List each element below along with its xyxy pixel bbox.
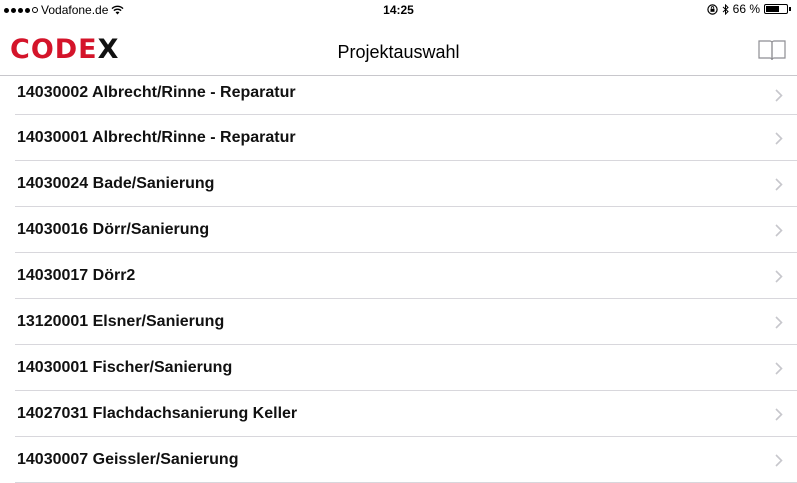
project-row[interactable]: 14030017 Dörr2 [15,253,797,299]
project-label: 14030017 Dörr2 [17,267,136,284]
project-label: 14030001 Fischer/Sanierung [17,359,233,376]
battery-fill [766,6,779,12]
book-icon[interactable] [758,39,786,61]
project-label: 14030001 Albrecht/Rinne - Reparatur [17,129,296,146]
project-row[interactable]: 14030007 Geissler/Sanierung [15,437,797,483]
project-row[interactable]: 14030001 Fischer/Sanierung [15,345,797,391]
chevron-right-icon [775,315,783,329]
project-row[interactable]: 14030024 Bade/Sanierung [15,161,797,207]
project-label: 13120001 Elsner/Sanierung [17,313,225,330]
project-list: 14030002 Albrecht/Rinne - Reparatur 14030… [0,76,797,483]
project-label: 14030007 Geissler/Sanierung [17,451,239,468]
project-row[interactable]: 14027031 Flachdachsanierung Keller [15,391,797,437]
chevron-right-icon [775,269,783,283]
project-label: 14027031 Flachdachsanierung Keller [17,405,298,422]
project-row[interactable]: 14030001 Albrecht/Rinne - Reparatur [15,115,797,161]
status-bar: Vodafone.de 14:25 66 % [0,0,797,18]
bluetooth-icon [722,3,729,15]
battery-icon [764,4,788,14]
project-row[interactable]: 14030016 Dörr/Sanierung [15,207,797,253]
lock-rotation-icon [706,3,718,15]
chevron-right-icon [775,223,783,237]
status-right: 66 % [706,2,791,16]
navigation-bar: CODEX Projektauswahl [0,18,797,76]
page-title: Projektauswahl [337,42,460,62]
status-time: 14:25 [383,3,414,17]
project-row[interactable]: 14030002 Albrecht/Rinne - Reparatur [15,76,797,115]
project-label: 14030016 Dörr/Sanierung [17,221,210,238]
chevron-right-icon [775,361,783,375]
chevron-right-icon [775,131,783,145]
chevron-right-icon [775,177,783,191]
chevron-right-icon [775,407,783,421]
battery-tip [789,7,791,11]
project-label: 14030002 Albrecht/Rinne - Reparatur [17,84,296,101]
chevron-right-icon [775,89,783,102]
project-label: 14030024 Bade/Sanierung [17,175,215,192]
chevron-right-icon [775,453,783,467]
battery-percent: 66 % [732,2,760,16]
project-row[interactable]: 13120001 Elsner/Sanierung [15,299,797,345]
